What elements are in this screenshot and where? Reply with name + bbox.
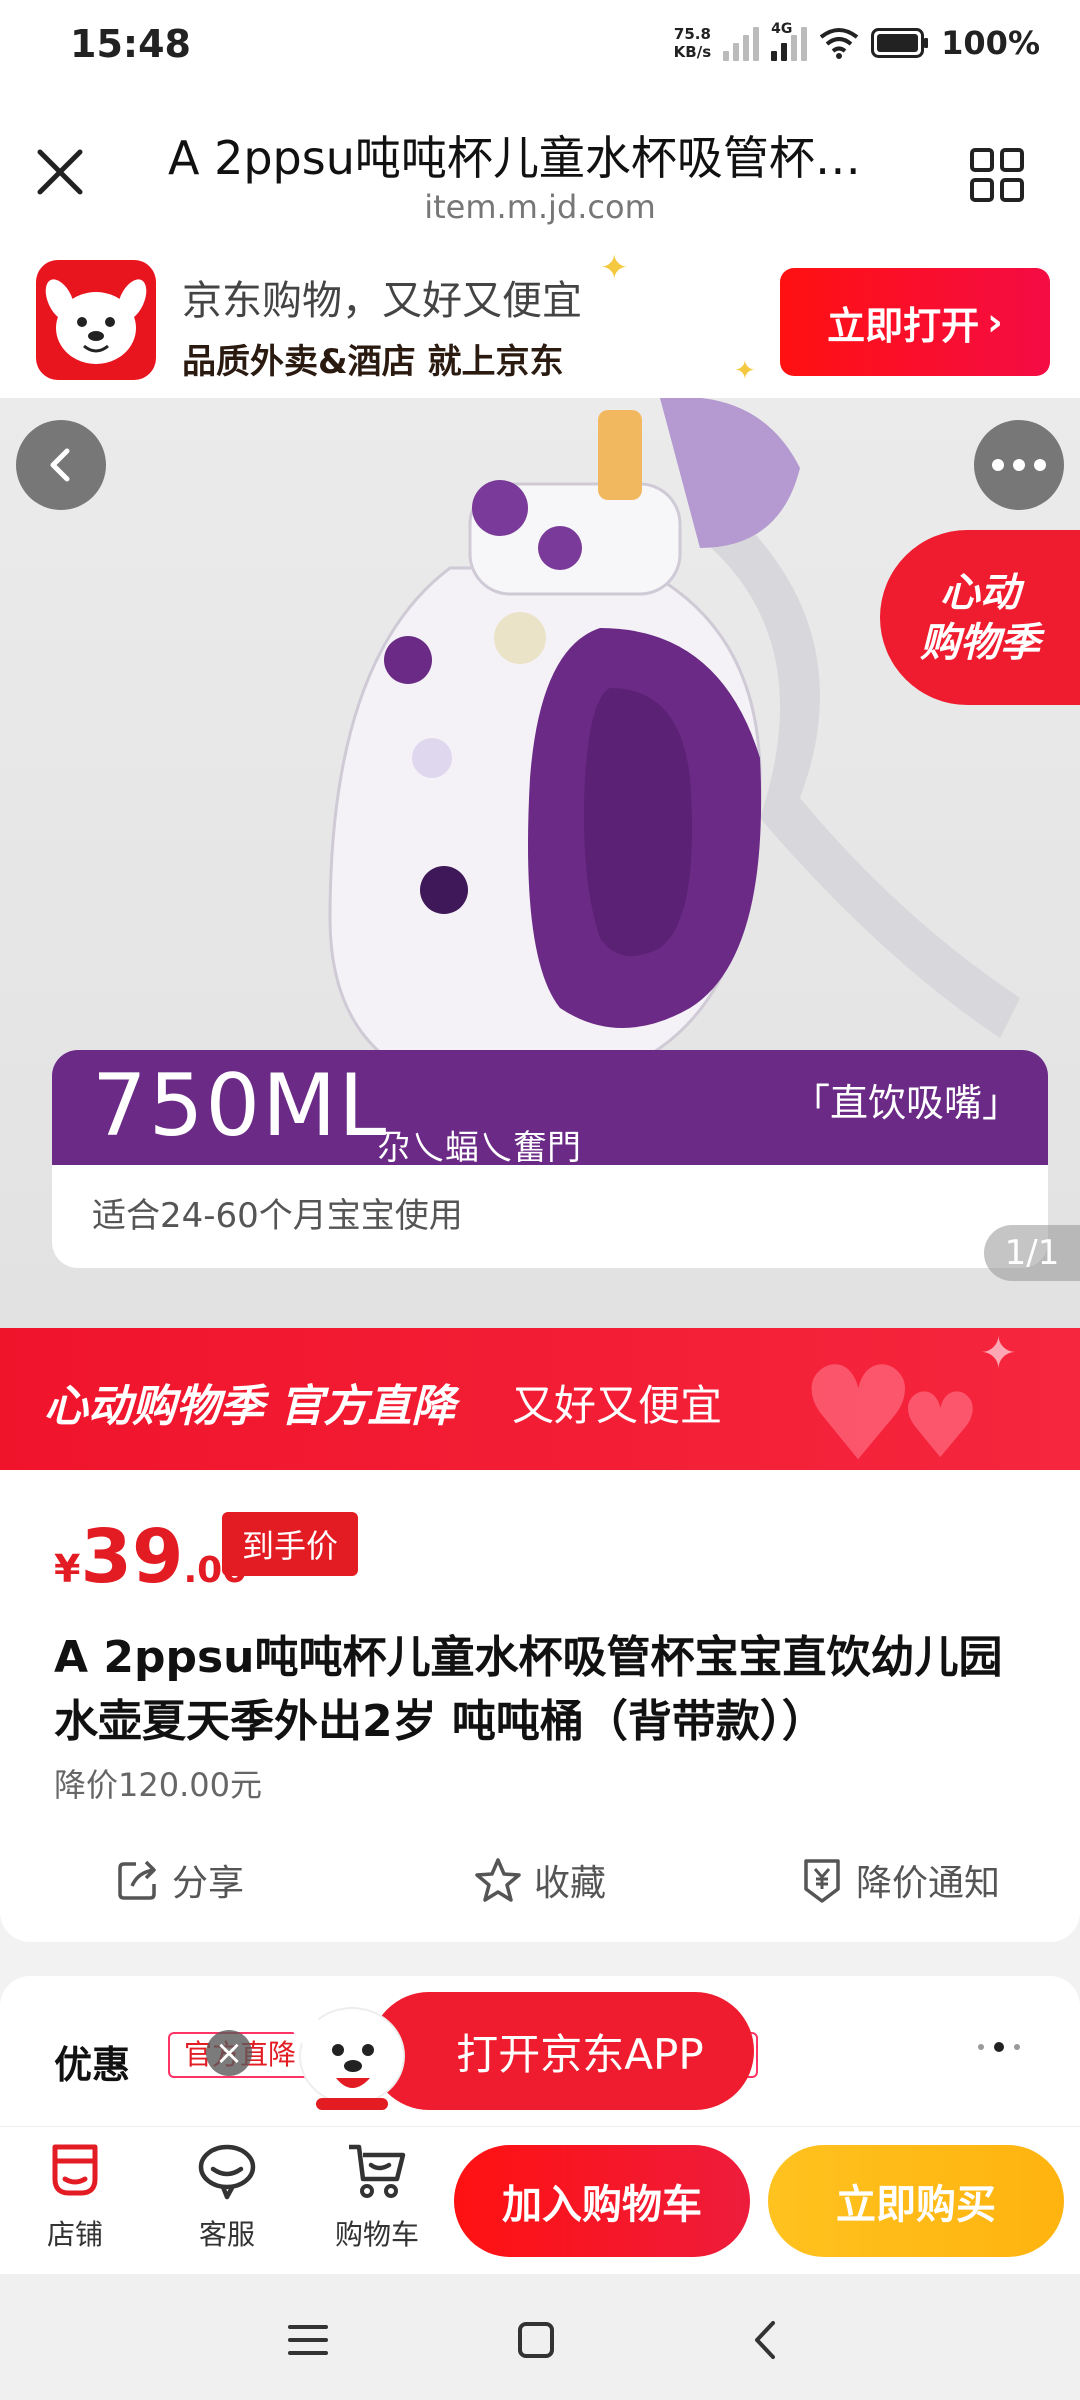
grid-menu-icon[interactable] — [970, 148, 1024, 202]
sparkle-icon: ✦ — [600, 248, 629, 288]
jd-dog-icon — [45, 279, 147, 364]
close-popup-button[interactable]: × — [206, 2030, 252, 2076]
capacity-value: 750ML — [92, 1056, 389, 1156]
battery-icon — [871, 28, 929, 58]
jd-logo — [36, 260, 156, 380]
home-button[interactable] — [506, 2310, 566, 2370]
cart-icon — [349, 2144, 406, 2198]
back-arrow-icon — [755, 2321, 775, 2359]
price-drop-note: 降价120.00元 — [54, 1766, 262, 1804]
speed-unit: KB/s — [673, 43, 712, 61]
cart-button[interactable]: 购物车 — [322, 2139, 432, 2269]
wifi-icon — [819, 28, 859, 59]
page-url: item.m.jd.com — [424, 188, 656, 226]
price-integer: 39 — [80, 1514, 184, 1600]
network-type: 4G — [771, 21, 793, 37]
system-back-button[interactable] — [734, 2310, 794, 2370]
customer-service-icon — [198, 2144, 256, 2200]
sparkle-icon: ✦ — [734, 356, 756, 386]
close-icon: × — [214, 2033, 244, 2073]
signal-2-icon: 4G — [771, 21, 808, 61]
sale-banner[interactable]: 心动购物季 官方直降 又好又便宜 ♥ ♥ ✦ — [0, 1328, 1080, 1470]
chevron-left-icon — [50, 448, 70, 482]
status-bar: 15:48 75.8 KB/s 4G 100% — [0, 0, 1080, 96]
back-button[interactable] — [16, 420, 106, 510]
share-button[interactable]: 分享 — [0, 1850, 360, 1910]
more-dots-icon[interactable] — [978, 2042, 1020, 2052]
age-note: 适合24-60个月宝宝使用 — [92, 1196, 463, 1236]
share-label: 分享 — [171, 1863, 244, 1904]
capacity-bar: 750ML 尕乀蝠乀奮門 「直饮吸嘴」 — [52, 1050, 1048, 1168]
store-label: 店铺 — [46, 2218, 103, 2251]
feature-label: 「直饮吸嘴」 — [791, 1081, 1020, 1125]
product-image-gallery[interactable]: 心动 购物季 750ML 尕乀蝠乀奮門 「直饮吸嘴」 适合24-60个月宝宝使用… — [0, 398, 1080, 1328]
product-title: A 2ppsu吨吨杯儿童水杯吸管杯宝宝直饮幼儿园水壶夏天季外出2岁 吨吨桶（背带… — [54, 1632, 1003, 1747]
favorite-label: 收藏 — [533, 1863, 606, 1904]
season-tag-line2: 购物季 — [920, 619, 1040, 666]
cart-label: 购物车 — [334, 2218, 419, 2251]
price-tag-icon — [804, 1859, 840, 1903]
menu-icon — [288, 2325, 328, 2355]
status-time: 15:48 — [70, 22, 191, 66]
status-icons: 75.8 KB/s 4G 100% — [674, 21, 1040, 62]
open-app-label: 立即打开 — [827, 303, 980, 348]
jd-mascot-icon — [288, 2002, 405, 2110]
network-speed: 75.8 KB/s — [674, 25, 711, 61]
battery-percent: 100% — [941, 24, 1040, 62]
promo-subline: 品质外卖&酒店 就上京东 — [182, 342, 564, 382]
price-currency: ¥ — [54, 1547, 81, 1591]
season-tag-line1: 心动 — [940, 569, 1020, 616]
share-icon — [118, 1860, 156, 1900]
bottom-action-bar: 店铺 客服 购物车 加入购物车 立即购买 — [0, 2126, 1080, 2274]
capacity-card: 750ML 尕乀蝠乀奮門 「直饮吸嘴」 适合24-60个月宝宝使用 — [52, 1050, 1048, 1268]
more-button[interactable] — [974, 420, 1064, 510]
star-icon — [475, 1858, 521, 1902]
price: ¥ 39 .00 — [54, 1514, 247, 1600]
store-icon — [52, 2144, 98, 2196]
service-label: 客服 — [198, 2218, 255, 2251]
add-to-cart-button[interactable]: 加入购物车 — [454, 2145, 750, 2257]
shopping-season-badge: 心动 购物季 — [880, 530, 1080, 705]
capacity-subtext: 尕乀蝠乀奮門 — [377, 1128, 581, 1168]
open-jd-app-button[interactable]: 打开京东APP — [370, 1992, 754, 2110]
system-nav-bar — [0, 2274, 1080, 2400]
app-screen: 15:48 75.8 KB/s 4G 100% A 2ppsu吨吨杯儿童水杯吸管… — [0, 0, 1080, 2400]
page-title: A 2ppsu吨吨杯儿童水杯吸管杯宝宝直饮幼儿园水壶夏天季外出2岁 吨吨桶（背带… — [168, 131, 888, 185]
app-promo-banner[interactable]: 京东购物，又好又便宜 品质外卖&酒店 就上京东 ✦ ✦ 立即打开 › — [0, 248, 1080, 398]
final-price-badge: 到手价 — [222, 1512, 359, 1576]
heart-icon: ♥ — [900, 1374, 981, 1470]
coupon-label: 优惠 — [54, 2043, 131, 2087]
product-actions: 分享 收藏 降价通知 — [0, 1850, 1080, 1910]
price-alert-button[interactable]: 降价通知 — [720, 1850, 1080, 1910]
speed-value: 75.8 — [673, 25, 711, 43]
buy-now-button[interactable]: 立即购买 — [768, 2145, 1064, 2257]
signal-1-icon — [723, 25, 760, 61]
home-square-icon — [518, 2322, 554, 2358]
more-dots-icon — [992, 459, 1046, 471]
chevron-right-icon: › — [987, 300, 1003, 344]
service-button[interactable]: 客服 — [172, 2139, 282, 2269]
sale-headline: 心动购物季 官方直降 — [44, 1381, 456, 1432]
price-alert-label: 降价通知 — [855, 1863, 1000, 1904]
image-page-indicator: 1/1 — [984, 1225, 1080, 1281]
sparkle-icon: ✦ — [980, 1328, 1017, 1379]
browser-title-bar: A 2ppsu吨吨杯儿童水杯吸管杯宝宝直饮幼儿园水壶夏天季外出2岁 吨吨桶（背带… — [0, 96, 1080, 248]
favorite-button[interactable]: 收藏 — [360, 1850, 720, 1910]
product-info-card: ¥ 39 .00 到手价 A 2ppsu吨吨杯儿童水杯吸管杯宝宝直饮幼儿园水壶夏… — [0, 1470, 1080, 1942]
promo-slogan: 京东购物，又好又便宜 — [182, 278, 582, 324]
open-app-button[interactable]: 立即打开 › — [780, 268, 1050, 376]
store-button[interactable]: 店铺 — [20, 2139, 130, 2269]
recent-apps-button[interactable] — [278, 2310, 338, 2370]
sale-slogan: 又好又便宜 — [512, 1381, 723, 1430]
